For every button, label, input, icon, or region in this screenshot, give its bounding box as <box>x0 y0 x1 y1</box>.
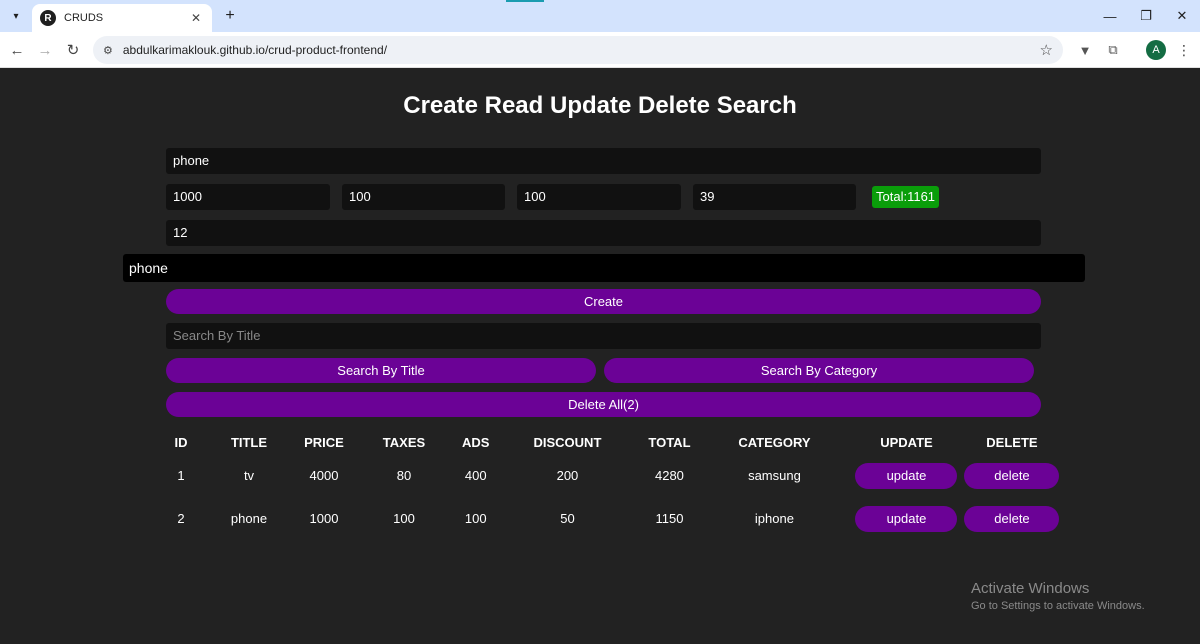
puzzle-icon[interactable]: ⧉ <box>1103 40 1123 60</box>
watermark-subtitle: Go to Settings to activate Windows. <box>971 600 1145 612</box>
close-icon[interactable]: ✕ <box>188 11 204 25</box>
title-input[interactable]: phone <box>166 148 1041 174</box>
cell-delete: delete <box>957 454 1066 497</box>
table-header-row: ID TITLE PRICE TAXES ADS DISCOUNT TOTAL … <box>166 430 1066 454</box>
price-input[interactable]: 1000 <box>166 184 330 210</box>
browser-toolbar: ← → ↻ ⚙ abdulkarimaklouk.github.io/crud-… <box>0 32 1200 68</box>
cell-id: 2 <box>177 511 185 526</box>
taxes-input[interactable]: 100 <box>342 184 505 210</box>
tab-title: CRUDS <box>64 12 104 24</box>
cell-ads: 100 <box>464 511 487 526</box>
delete-all-button[interactable]: Delete All(2) <box>166 392 1041 417</box>
tab-favicon-icon: R <box>40 10 56 26</box>
header-ads: ADS <box>462 434 490 450</box>
cell-id: 1 <box>177 468 185 483</box>
table-row: 1 tv 4000 80 400 200 4280 samsung update… <box>166 454 1066 497</box>
site-info-icon[interactable]: ⚙ <box>103 44 113 57</box>
maximize-icon[interactable]: ❐ <box>1128 4 1164 28</box>
update-button[interactable]: update <box>855 462 958 489</box>
cell-title: tv <box>243 468 255 483</box>
header-taxes: TAXES <box>382 434 426 450</box>
cell-price: 4000 <box>309 468 339 483</box>
cell-taxes: 100 <box>393 511 415 526</box>
reload-icon[interactable]: ↻ <box>61 38 85 62</box>
ads-input[interactable]: 100 <box>517 184 681 210</box>
update-button[interactable]: update <box>855 505 958 532</box>
page-content: Create Read Update Delete Search phone 1… <box>0 68 1200 644</box>
delete-button[interactable]: delete <box>964 462 1060 489</box>
header-delete: DELETE <box>986 434 1038 450</box>
tab-accent-line <box>506 0 544 2</box>
search-by-category-button[interactable]: Search By Category <box>604 358 1034 383</box>
cell-total: 1150 <box>655 511 684 526</box>
cell-ads: 400 <box>464 468 487 483</box>
url-text[interactable]: abdulkarimaklouk.github.io/crud-product-… <box>123 43 1040 57</box>
category-input[interactable]: phone <box>123 254 1085 282</box>
cell-update: update <box>855 497 958 540</box>
header-title: TITLE <box>230 434 268 450</box>
close-window-icon[interactable]: ✕ <box>1164 4 1200 28</box>
header-update: UPDATE <box>880 434 933 450</box>
avatar[interactable]: A <box>1146 40 1166 60</box>
total-badge: Total:1161 <box>872 186 940 208</box>
cell-title: phone <box>230 511 268 526</box>
tab-list-icon[interactable]: ▾ <box>6 6 26 26</box>
forward-arrow-icon[interactable]: → <box>33 38 57 62</box>
search-input[interactable]: Search By Title <box>166 323 1041 349</box>
browser-tab[interactable]: R CRUDS ✕ <box>32 4 212 32</box>
products-table: ID TITLE PRICE TAXES ADS DISCOUNT TOTAL … <box>166 430 1066 540</box>
plus-icon[interactable]: + <box>220 6 240 26</box>
cell-discount: 200 <box>556 468 579 483</box>
header-category: CATEGORY <box>738 434 811 450</box>
back-arrow-icon[interactable]: ← <box>5 38 29 62</box>
browser-tab-bar: ▾ R CRUDS ✕ + — ❐ ✕ <box>0 0 1200 32</box>
header-price: PRICE <box>304 434 344 450</box>
cell-category: iphone <box>754 511 794 526</box>
windows-activation-watermark: Activate Windows Go to Settings to activ… <box>971 580 1145 612</box>
table-row: 2 phone 1000 100 100 50 1150 iphone upda… <box>166 497 1066 540</box>
create-button[interactable]: Create <box>166 289 1041 314</box>
header-total: TOTAL <box>648 434 691 450</box>
minimize-icon[interactable]: — <box>1092 4 1128 28</box>
header-discount: DISCOUNT <box>533 434 602 450</box>
more-menu-icon[interactable]: ⋮ <box>1174 40 1194 60</box>
page-title: Create Read Update Delete Search <box>403 92 797 119</box>
cell-category: samsung <box>748 468 801 483</box>
extension-icon[interactable]: ▼ <box>1075 40 1095 60</box>
star-icon[interactable]: ☆ <box>1040 41 1053 59</box>
watermark-title: Activate Windows <box>971 580 1090 597</box>
cell-taxes: 80 <box>396 468 412 483</box>
delete-button[interactable]: delete <box>964 505 1060 532</box>
discount-input[interactable]: 39 <box>693 184 856 210</box>
cell-delete: delete <box>957 497 1066 540</box>
address-bar[interactable]: ⚙ abdulkarimaklouk.github.io/crud-produc… <box>93 36 1063 64</box>
count-input[interactable]: 12 <box>166 220 1041 246</box>
search-by-title-button[interactable]: Search By Title <box>166 358 596 383</box>
header-id: ID <box>174 434 188 450</box>
cell-total: 4280 <box>654 468 684 483</box>
cell-price: 1000 <box>309 511 339 526</box>
cell-update: update <box>855 454 958 497</box>
cell-discount: 50 <box>560 511 575 526</box>
